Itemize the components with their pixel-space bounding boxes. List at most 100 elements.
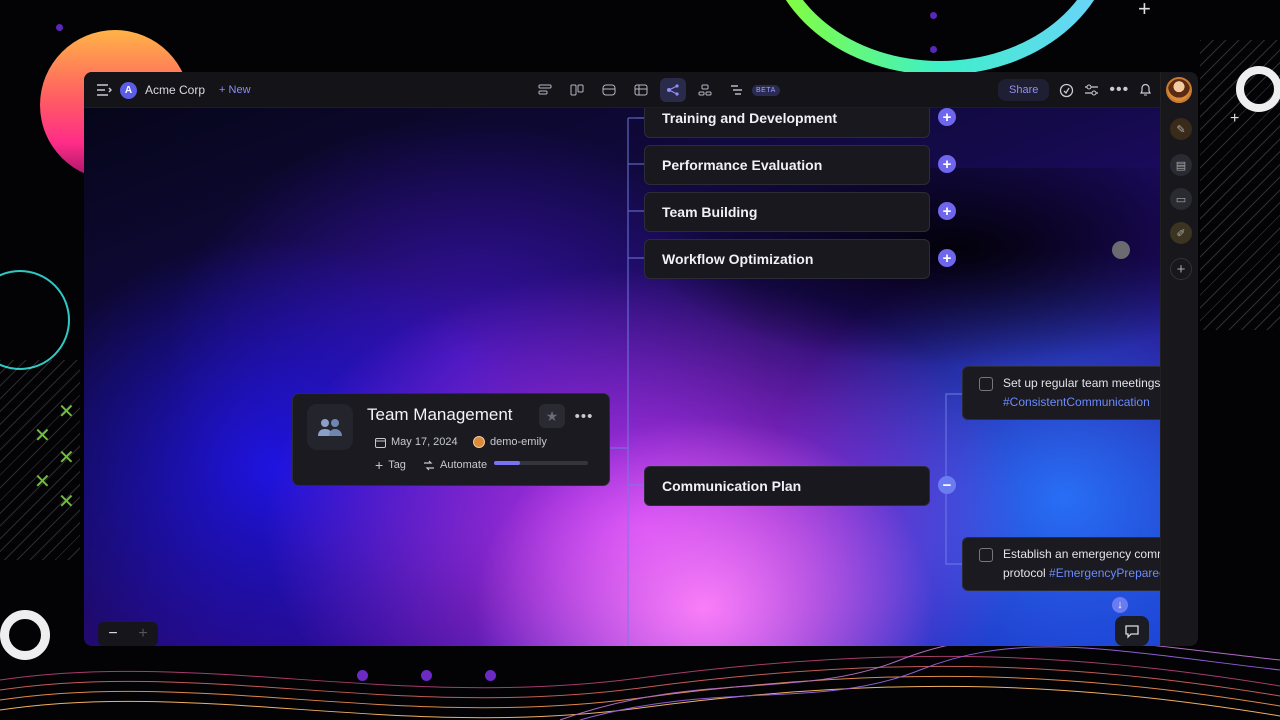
- new-button-label: New: [228, 84, 251, 96]
- dot-decoration: [357, 670, 368, 681]
- branch-label: Performance Evaluation: [662, 157, 823, 173]
- teal-arc-decoration: [0, 270, 70, 370]
- workspace-avatar[interactable]: A: [120, 81, 137, 99]
- zoom-controls: − +: [98, 622, 158, 646]
- more-icon[interactable]: •••: [571, 404, 597, 428]
- calculator-icon[interactable]: ▤: [1170, 154, 1192, 176]
- x-decoration: ✕: [58, 447, 75, 469]
- branch-label: Training and Development: [662, 110, 838, 126]
- dot-decoration: [421, 670, 432, 681]
- team-icon: [307, 404, 353, 450]
- task-checkbox[interactable]: [979, 548, 993, 562]
- task-text: Set up regular team meetings: [1003, 376, 1160, 390]
- expand-icon[interactable]: +: [938, 249, 956, 267]
- card-icon[interactable]: ▭: [1170, 188, 1192, 210]
- right-sidebar: ✎ ▤ ▭ ✐ +: [1160, 72, 1198, 646]
- wave-lines-decoration: [0, 640, 1280, 720]
- view-switcher: BETA: [532, 72, 780, 108]
- cursor-indicator: [1112, 241, 1130, 259]
- due-date-text: May 17, 2024: [391, 436, 458, 448]
- branch-node[interactable]: Performance Evaluation: [644, 145, 930, 185]
- calendar-view-icon[interactable]: [596, 78, 622, 102]
- table-view-icon[interactable]: [628, 78, 654, 102]
- task-hashtag[interactable]: #ConsistentCommunication: [1003, 395, 1150, 409]
- branch-label: Workflow Optimization: [662, 251, 814, 267]
- notes-icon[interactable]: ✐: [1170, 222, 1192, 244]
- filter-settings-icon[interactable]: [1084, 83, 1099, 97]
- beta-badge: BETA: [752, 84, 780, 96]
- expand-icon[interactable]: +: [938, 108, 956, 126]
- progress-bar: [494, 461, 588, 465]
- app-window: A Acme Corp + New BETA Share ••• Trainin…: [84, 72, 1198, 646]
- white-ring-decoration: [0, 610, 50, 660]
- chat-button[interactable]: [1115, 616, 1149, 646]
- x-decoration: ✕: [58, 491, 75, 513]
- root-node[interactable]: Team Management ★ ••• May 17, 2024 demo-…: [292, 393, 610, 486]
- x-decoration: ✕: [34, 425, 51, 447]
- new-button[interactable]: + New: [219, 84, 251, 96]
- expand-icon[interactable]: +: [938, 202, 956, 220]
- plus-icon: +: [375, 456, 384, 473]
- task-card[interactable]: Establish an emergency communication pro…: [962, 537, 1160, 591]
- branch-node[interactable]: Workflow Optimization: [644, 239, 930, 279]
- automate-label: Automate: [440, 459, 488, 471]
- gradient-ring-decoration: [765, 0, 1115, 75]
- branch-label: Communication Plan: [662, 478, 802, 494]
- assignee-avatar: [473, 436, 485, 448]
- workspace-name[interactable]: Acme Corp: [145, 83, 205, 97]
- star-icon[interactable]: ★: [539, 404, 565, 428]
- dot-decoration: [930, 46, 937, 53]
- top-toolbar: A Acme Corp + New BETA Share •••: [84, 72, 1198, 108]
- assignee-name: demo-emily: [490, 436, 547, 448]
- calendar-icon: [375, 437, 386, 448]
- branch-node[interactable]: Training and Development: [644, 108, 930, 138]
- collapse-icon[interactable]: −: [938, 476, 956, 494]
- arrow-down-icon[interactable]: ↓: [1112, 597, 1128, 613]
- automate-button[interactable]: Automate: [423, 459, 487, 471]
- progress-fill: [494, 461, 521, 465]
- board-view-icon[interactable]: [564, 78, 590, 102]
- share-button[interactable]: Share: [998, 79, 1050, 101]
- branch-label: Team Building: [662, 204, 758, 220]
- zoom-in-button[interactable]: +: [138, 625, 147, 643]
- tag-button[interactable]: + Tag: [375, 456, 406, 473]
- mindmap-canvas[interactable]: Training and Development + Performance E…: [84, 108, 1160, 646]
- x-decoration: ✕: [34, 471, 51, 493]
- task-text: Establish an emergency communication: [1003, 547, 1160, 561]
- assignee[interactable]: demo-emily: [473, 436, 547, 448]
- branch-node[interactable]: Team Building: [644, 192, 930, 232]
- automate-icon: [424, 460, 434, 470]
- expand-icon[interactable]: +: [938, 155, 956, 173]
- task-checkbox[interactable]: [979, 377, 993, 391]
- org-chart-view-icon[interactable]: [692, 78, 718, 102]
- white-ring-decoration: [1236, 66, 1280, 112]
- task-text-line2: protocol: [1003, 566, 1046, 580]
- stripes-decoration: [1200, 40, 1280, 330]
- mindmap-view-icon[interactable]: [660, 78, 686, 102]
- plus-decoration: +: [1230, 110, 1240, 127]
- root-title[interactable]: Team Management: [367, 405, 513, 425]
- task-text-continued: protocol #EmergencyPreparedness: [1003, 566, 1160, 580]
- branch-node[interactable]: Communication Plan: [644, 466, 930, 506]
- zoom-out-button[interactable]: −: [108, 625, 117, 643]
- sidebar-toggle-icon[interactable]: [96, 83, 112, 97]
- more-options-icon[interactable]: •••: [1109, 81, 1129, 99]
- list-view-icon[interactable]: [532, 78, 558, 102]
- dot-decoration: [56, 24, 63, 31]
- ai-assistant-icon[interactable]: [1059, 83, 1074, 98]
- dot-decoration: [485, 670, 496, 681]
- task-hashtag[interactable]: #EmergencyPreparedness: [1049, 566, 1160, 580]
- stripes-decoration: [0, 360, 80, 560]
- tag-label: Tag: [388, 459, 406, 471]
- user-avatar[interactable]: [1166, 77, 1192, 103]
- plus-decoration: +: [1138, 0, 1151, 21]
- due-date[interactable]: May 17, 2024: [375, 436, 458, 448]
- task-card[interactable]: Set up regular team meetings #Consistent…: [962, 366, 1160, 420]
- pencil-icon[interactable]: ✎: [1170, 118, 1192, 140]
- chat-icon: [1125, 624, 1139, 639]
- screen: ✕ ✕ ✕ ✕ ✕ + + A Acme Corp + New BETA Sha…: [0, 0, 1280, 720]
- notification-bell-icon[interactable]: [1139, 83, 1152, 97]
- x-decoration: ✕: [58, 401, 75, 423]
- gantt-view-icon[interactable]: [724, 78, 750, 102]
- add-panel-icon[interactable]: +: [1170, 258, 1192, 280]
